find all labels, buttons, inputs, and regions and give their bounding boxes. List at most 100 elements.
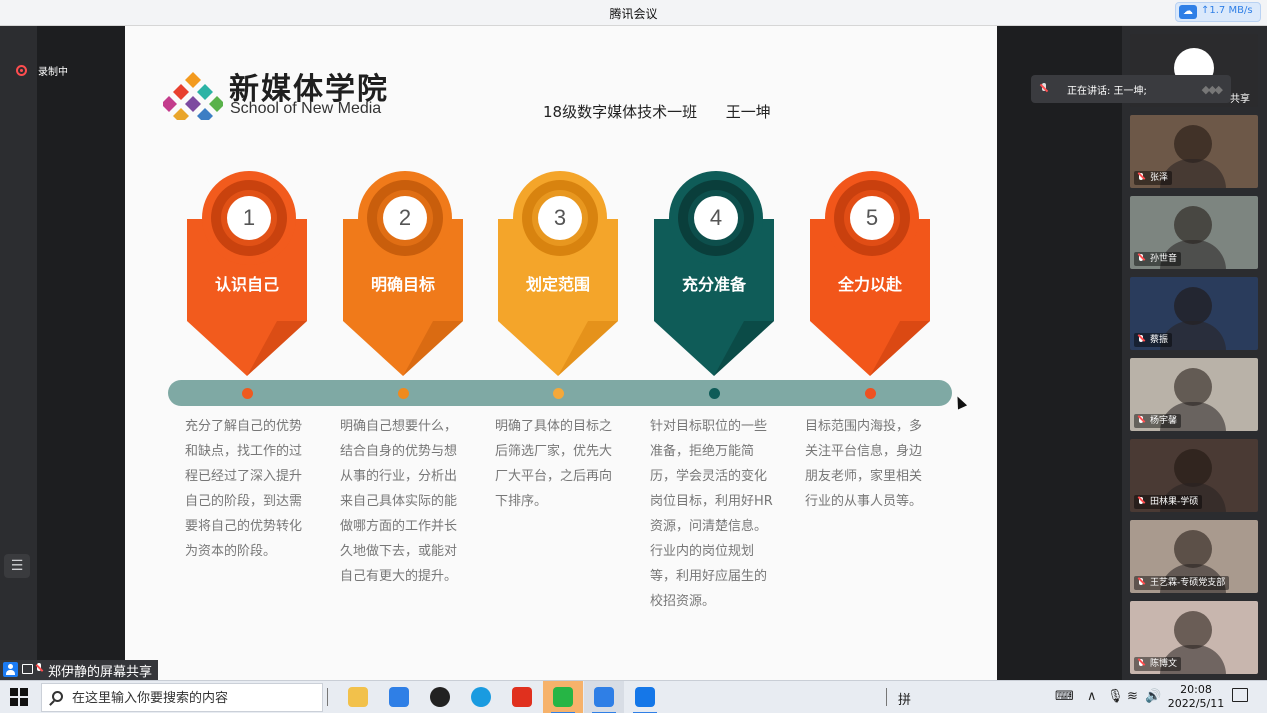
network-badge[interactable]: ☁ ↑1.7 MB/s bbox=[1175, 2, 1261, 22]
participant-name: 蔡振 bbox=[1134, 333, 1173, 347]
user-icon bbox=[3, 662, 18, 677]
step-number: 4 bbox=[694, 196, 738, 240]
participant-name-text: 陈博文 bbox=[1150, 659, 1178, 669]
muted-mic-icon bbox=[1137, 335, 1146, 345]
muted-mic-icon bbox=[1137, 254, 1146, 264]
participant-tile[interactable]: 孙世音 bbox=[1130, 196, 1258, 269]
wifi-icon[interactable]: ≋ bbox=[1127, 689, 1138, 704]
step-description: 充分了解自己的优势和缺点，找工作的过程已经过了深入提升自己的阶段，到达需要将自己… bbox=[185, 419, 303, 559]
muted-mic-icon bbox=[1137, 497, 1146, 507]
step-card-2: 2 明确目标 bbox=[343, 171, 467, 376]
title-bar: 腾讯会议 ☁ ↑1.7 MB/s bbox=[0, 0, 1267, 26]
participant-tile[interactable]: 杨宇馨 bbox=[1130, 358, 1258, 431]
keyboard-icon[interactable]: ⌨ bbox=[1055, 689, 1074, 704]
tencent-meeting-icon bbox=[594, 687, 614, 707]
microphone-icon[interactable]: 🎙 bbox=[1107, 689, 1124, 704]
participant-name: 张泽 bbox=[1134, 171, 1173, 185]
participant-tile[interactable]: 张泽 bbox=[1130, 115, 1258, 188]
wechat-icon bbox=[553, 687, 573, 707]
windows-start-icon[interactable] bbox=[10, 688, 28, 706]
taskbar: 拼 ⌨ ∧ 🎙 ≋ 🔊 20:08 2022/5/11 bbox=[0, 680, 1267, 713]
file-explorer-icon bbox=[348, 687, 368, 707]
clock-date: 2022/5/11 bbox=[1167, 697, 1225, 710]
step-label: 全力以赴 bbox=[837, 275, 902, 294]
participant-name-text: 王艺霖-专硕党支部 bbox=[1150, 578, 1226, 588]
timeline-dot bbox=[553, 388, 564, 399]
clock-time: 20:08 bbox=[1180, 683, 1212, 696]
search-input[interactable] bbox=[72, 689, 312, 707]
muted-mic-icon bbox=[1137, 173, 1146, 183]
participant-tile[interactable]: 蔡振 bbox=[1130, 277, 1258, 350]
taskbar-app[interactable] bbox=[461, 681, 501, 713]
participant-name-text: 蔡振 bbox=[1150, 335, 1169, 345]
step-number: 3 bbox=[538, 196, 582, 240]
video-silhouette bbox=[1174, 368, 1212, 406]
taskbar-separator bbox=[327, 688, 328, 706]
wps-icon bbox=[512, 687, 532, 707]
screen-share-label[interactable]: 郑伊静的屏幕共享 bbox=[0, 660, 158, 680]
timeline-dot bbox=[865, 388, 876, 399]
participant-name: 田林果-学硕 bbox=[1134, 495, 1203, 509]
screen-share-text: 郑伊静的屏幕共享 bbox=[48, 665, 153, 680]
mail-icon bbox=[389, 687, 409, 707]
taskbar-app[interactable] bbox=[584, 681, 624, 713]
clock[interactable]: 20:08 2022/5/11 bbox=[1166, 683, 1226, 711]
video-silhouette bbox=[1174, 206, 1212, 244]
muted-mic-icon bbox=[35, 663, 43, 676]
mouse-cursor-icon bbox=[952, 394, 968, 410]
step-label: 划定范围 bbox=[525, 275, 590, 294]
step-number: 2 bbox=[383, 196, 427, 240]
student-info: 18级数字媒体技术一班 王一坤 bbox=[543, 103, 771, 121]
chevron-up-icon[interactable]: ∧ bbox=[1087, 689, 1097, 704]
step-card-1: 1 认识自己 bbox=[187, 171, 311, 376]
shared-slide: 新媒体学院 School of New Media 18级数字媒体技术一班 王一… bbox=[125, 26, 997, 680]
meeting-stage: 录制中 ☰ 新媒体学院 School of New Media 18级数字媒体技… bbox=[0, 26, 1267, 680]
timeline-dot bbox=[709, 388, 720, 399]
participant-name-text: 张泽 bbox=[1150, 173, 1169, 183]
muted-mic-icon bbox=[1137, 659, 1146, 669]
recording-label: 录制中 bbox=[38, 67, 68, 78]
participant-name: 杨宇馨 bbox=[1134, 414, 1182, 428]
speaker-icon[interactable]: 🔊 bbox=[1145, 689, 1161, 704]
network-rate: ↑1.7 MB/s bbox=[1201, 5, 1253, 16]
taskbar-separator bbox=[886, 688, 887, 706]
participant-tile[interactable]: 王艺霖-专硕党支部 bbox=[1130, 520, 1258, 593]
ime-indicator[interactable]: 拼 bbox=[898, 689, 911, 708]
taskbar-app[interactable] bbox=[379, 681, 419, 713]
window-title: 腾讯会议 bbox=[609, 7, 658, 21]
tencent-meeting-alt-icon bbox=[635, 687, 655, 707]
speaking-indicator: 正在讲话: 王一坤; ◆◆◆ bbox=[1031, 75, 1231, 103]
step-description: 明确自己想要什么，结合自身的优势与想从事的行业，分析出来自己具体实际的能做哪方面… bbox=[340, 419, 458, 584]
list-icon: ☰ bbox=[10, 558, 24, 574]
left-strip bbox=[0, 26, 37, 680]
participant-name: 王艺霖-专硕党支部 bbox=[1134, 576, 1230, 590]
step-description: 针对目标职位的一些准备，拒绝万能简历，学会灵活的变化岗位目标，利用好HR资源，问… bbox=[650, 419, 773, 609]
step-card-3: 3 划定范围 bbox=[498, 171, 622, 376]
participant-panel: 张泽孙世音蔡振杨宇馨田林果-学硕王艺霖-专硕党支部 陈博文 bbox=[1122, 26, 1267, 680]
speaking-text: 正在讲话: 王一坤; bbox=[1067, 86, 1147, 97]
muted-mic-icon bbox=[1137, 578, 1146, 588]
participant-name: 孙世音 bbox=[1134, 252, 1182, 266]
step-label: 充分准备 bbox=[681, 275, 746, 294]
taskbar-search[interactable] bbox=[41, 683, 323, 712]
taskbar-app[interactable] bbox=[543, 681, 583, 713]
video-silhouette bbox=[1174, 530, 1212, 568]
taskbar-app[interactable] bbox=[502, 681, 542, 713]
taskbar-app[interactable] bbox=[625, 681, 665, 713]
timeline-dot bbox=[398, 388, 409, 399]
participant-tile[interactable]: 田林果-学硕 bbox=[1130, 439, 1258, 512]
step-description: 明确了具体的目标之后筛选厂家，优先大厂大平台，之后再向下排序。 bbox=[495, 419, 613, 509]
step-label: 明确目标 bbox=[370, 275, 435, 294]
video-silhouette bbox=[1174, 449, 1212, 487]
notification-icon[interactable] bbox=[1232, 688, 1248, 702]
step-card-5: 5 全力以赴 bbox=[810, 171, 934, 376]
school-logo-icon bbox=[163, 72, 223, 120]
video-silhouette bbox=[1174, 125, 1212, 163]
share-suffix: 共享 bbox=[1230, 94, 1250, 105]
taskbar-app[interactable] bbox=[338, 681, 378, 713]
edge-icon bbox=[471, 687, 491, 707]
participant-tile[interactable]: 陈博文 bbox=[1130, 601, 1258, 674]
taskbar-app[interactable] bbox=[420, 681, 460, 713]
cloud-icon: ☁ bbox=[1179, 5, 1197, 19]
list-menu-button[interactable]: ☰ bbox=[4, 554, 30, 578]
